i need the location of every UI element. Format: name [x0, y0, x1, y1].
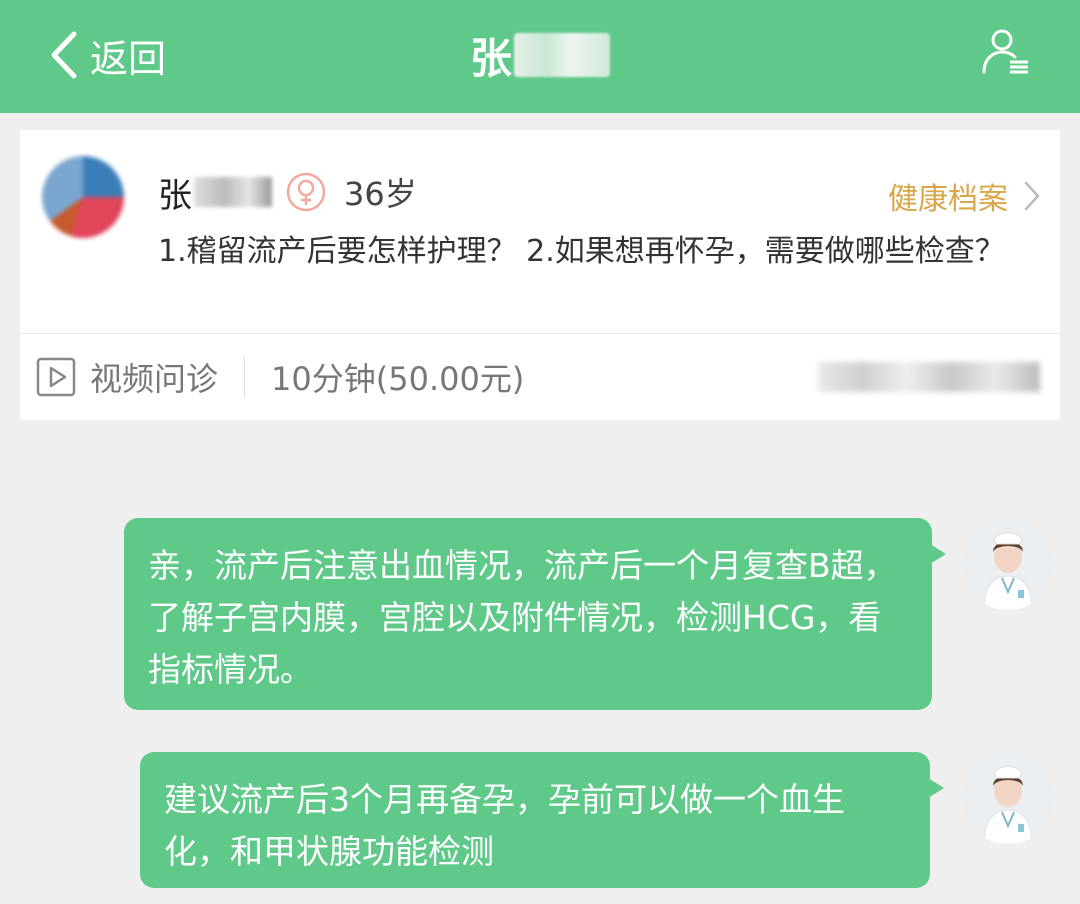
redacted-name-blur — [514, 33, 610, 77]
message-text: 建议流产后3个月再备孕，孕前可以做一个血生化，和甲状腺功能检测 — [164, 780, 845, 871]
page-title-text: 张 — [469, 33, 512, 83]
chevron-right-icon — [1024, 181, 1040, 211]
patient-avatar[interactable] — [42, 156, 124, 238]
doctor-avatar[interactable] — [962, 752, 1054, 844]
chat-bubble[interactable]: 亲，流产后注意出血情况，流产后一个月复查B超，了解子宫内膜，宫腔以及附件情况，检… — [124, 518, 946, 710]
redacted-timestamp-blur — [818, 362, 1040, 392]
user-menu-icon[interactable] — [980, 26, 1032, 78]
female-icon — [286, 172, 326, 212]
nurse-avatar-icon — [962, 752, 1054, 844]
health-record-label: 健康档案 — [888, 182, 1008, 217]
service-price: 10分钟(50.00元) — [271, 360, 525, 398]
health-record-link[interactable]: 健康档案 — [888, 174, 1042, 218]
page-title: 张 — [0, 24, 1080, 86]
patient-question: 1.稽留流产后要怎样护理？ 2.如果想再怀孕，需要做哪些检查？ — [158, 234, 1005, 269]
divider — [244, 357, 246, 397]
patient-age: 36岁 — [344, 175, 417, 213]
redacted-name-blur — [194, 177, 272, 207]
message-text: 亲，流产后注意出血情况，流产后一个月复查B超，了解子宫内膜，宫腔以及附件情况，检… — [148, 546, 897, 689]
patient-name-row: 张 36岁 — [158, 168, 417, 216]
doctor-avatar[interactable] — [962, 518, 1054, 610]
top-nav-bar: 返回 张 — [0, 0, 1080, 113]
patient-name: 张 — [158, 175, 192, 216]
patient-info-card: 张 36岁 健康档案 1.稽留流产后要怎样护理？ 2.如果想再怀孕，需要做哪些检… — [20, 130, 1060, 420]
video-play-icon — [36, 357, 76, 397]
service-type: 视频问诊 — [90, 360, 219, 398]
chat-bubble[interactable]: 建议流产后3个月再备孕，孕前可以做一个血生化，和甲状腺功能检测 — [140, 752, 944, 888]
service-info-row: 视频问诊 10分钟(50.00元) — [20, 334, 1060, 420]
nurse-avatar-icon — [962, 518, 1054, 610]
